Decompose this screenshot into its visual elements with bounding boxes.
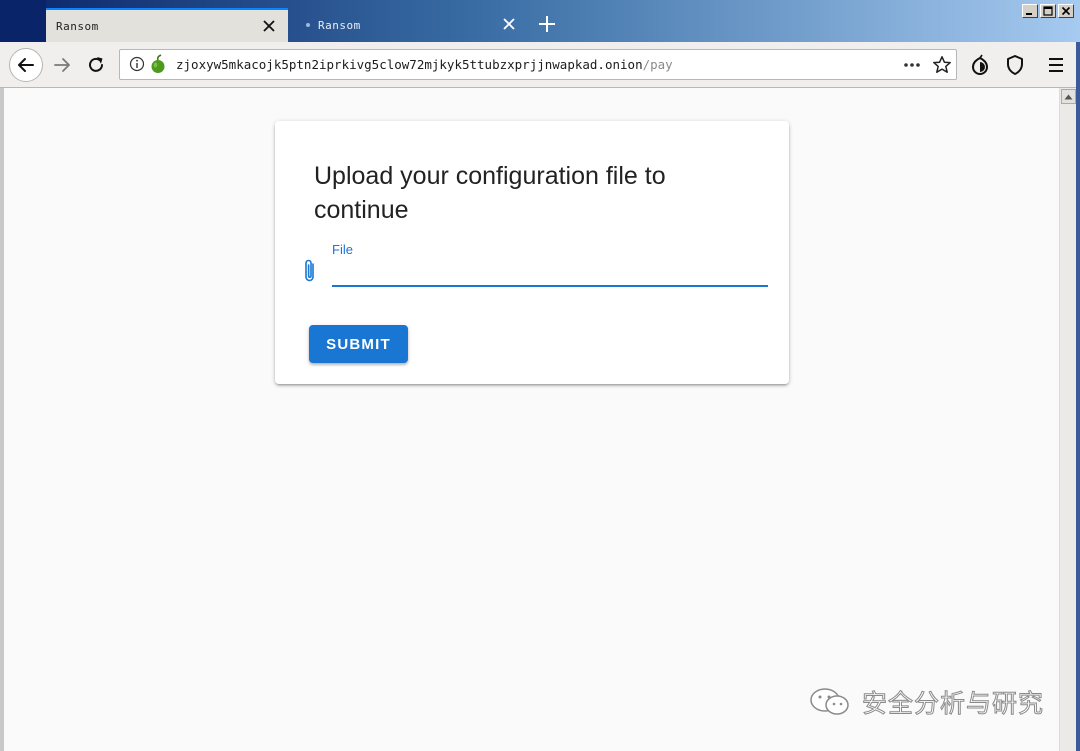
tab-inactive[interactable]: Ransom — [290, 8, 528, 42]
hamburger-menu-icon[interactable] — [1045, 54, 1067, 76]
paperclip-icon[interactable] — [302, 258, 318, 284]
file-input[interactable] — [332, 261, 768, 287]
url-bar[interactable]: zjoxyw5mkacojk5ptn2iprkivg5clow72mjkyk5t… — [119, 49, 957, 80]
navigation-toolbar: zjoxyw5mkacojk5ptn2iprkivg5clow72mjkyk5t… — [0, 42, 1080, 88]
upload-card: Upload your configuration file to contin… — [275, 121, 789, 384]
onion-icon — [151, 54, 165, 73]
triangle-up-icon — [1064, 94, 1073, 99]
tab-title: Ransom — [318, 18, 361, 32]
maximize-icon — [1043, 6, 1053, 16]
vertical-scrollbar[interactable] — [1059, 88, 1077, 751]
tab-loading-dot — [306, 23, 310, 27]
window-frame-right — [1076, 42, 1080, 751]
arrow-left-icon — [18, 58, 34, 72]
card-title: Upload your configuration file to contin… — [314, 162, 666, 224]
wechat-icon — [810, 688, 849, 715]
minimize-button[interactable] — [1022, 4, 1038, 18]
new-tab-icon[interactable] — [536, 13, 558, 35]
close-window-button[interactable] — [1058, 4, 1074, 18]
close-tab-icon[interactable] — [260, 17, 278, 35]
url-text[interactable]: zjoxyw5mkacojk5ptn2iprkivg5clow72mjkyk5t… — [176, 57, 673, 72]
url-path: /pay — [642, 57, 673, 72]
ellipsis-icon[interactable] — [902, 57, 922, 73]
watermark: 安全分析与研究 — [808, 684, 1044, 720]
scroll-up-button[interactable] — [1061, 89, 1076, 104]
tor-onion-icon[interactable] — [969, 54, 991, 76]
arrow-right-icon[interactable] — [52, 55, 72, 75]
shield-icon[interactable] — [1004, 54, 1026, 76]
star-icon[interactable] — [932, 55, 952, 75]
close-tab-icon[interactable] — [500, 15, 518, 33]
tab-title: Ransom — [56, 19, 99, 33]
file-field-label: File — [332, 242, 353, 257]
info-icon[interactable] — [129, 56, 145, 72]
submit-button[interactable]: SUBMIT — [309, 325, 408, 363]
title-bar: Ransom Ransom — [0, 0, 1080, 42]
title-bar-left — [0, 0, 46, 42]
minimize-icon — [1026, 13, 1032, 15]
back-button[interactable] — [9, 48, 43, 82]
watermark-text: 安全分析与研究 — [861, 689, 1045, 719]
url-host: zjoxyw5mkacojk5ptn2iprkivg5clow72mjkyk5t… — [176, 57, 643, 72]
window-controls — [1022, 4, 1074, 18]
reload-icon[interactable] — [86, 55, 106, 75]
close-icon — [1061, 6, 1071, 16]
tab-active[interactable]: Ransom — [46, 8, 288, 42]
maximize-button[interactable] — [1040, 4, 1056, 18]
